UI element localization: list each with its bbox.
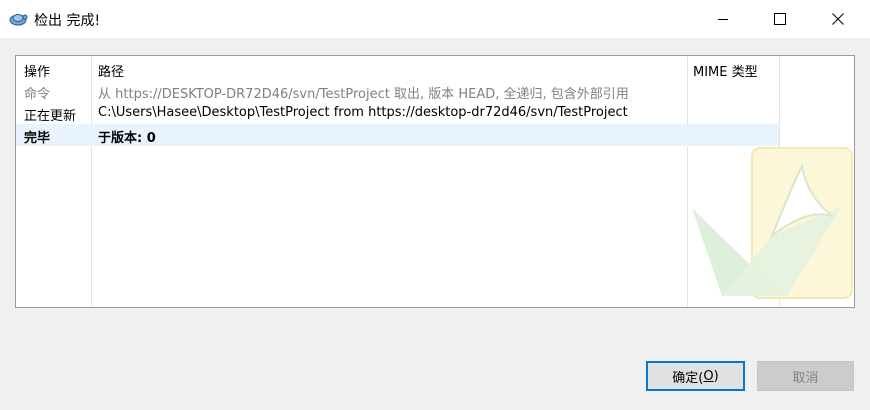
title-bar: 检出 完成! — [0, 0, 870, 38]
row-action: 完毕 — [24, 131, 51, 146]
maximize-button[interactable] — [757, 0, 803, 38]
column-header-action[interactable]: 操作 — [24, 61, 50, 80]
checkmark-watermark-icon — [692, 147, 853, 299]
ok-label-suffix: ) — [713, 368, 719, 384]
ok-label-prefix: 确定( — [672, 370, 704, 386]
minimize-button[interactable] — [700, 0, 746, 38]
cancel-button[interactable]: 取消 — [757, 361, 854, 391]
column-divider — [91, 56, 92, 307]
row-action: 命令 — [24, 87, 51, 102]
row-action: 正在更新 — [24, 109, 77, 124]
window-title: 检出 完成! — [34, 13, 101, 29]
row-path: 于版本: 0 — [98, 131, 156, 146]
column-divider — [687, 56, 688, 307]
minimize-icon — [718, 19, 728, 20]
ok-button[interactable]: 确定(O) — [646, 361, 745, 391]
ok-mnemonic: O — [703, 368, 714, 384]
row-path: C:\Users\Hasee\Desktop\TestProject from … — [98, 105, 628, 120]
close-icon — [832, 13, 844, 25]
row-path: 从 https://DESKTOP-DR72D46/svn/TestProjec… — [98, 87, 629, 102]
column-header-path[interactable]: 路径 — [98, 61, 124, 80]
result-list[interactable]: 操作 路径 MIME 类型 命令 从 https://DESKTOP-DR72D… — [15, 55, 855, 308]
column-header-mime[interactable]: MIME 类型 — [693, 61, 758, 80]
maximize-icon — [774, 13, 786, 25]
close-button[interactable] — [815, 0, 861, 38]
tortoisesvn-icon — [9, 14, 28, 26]
